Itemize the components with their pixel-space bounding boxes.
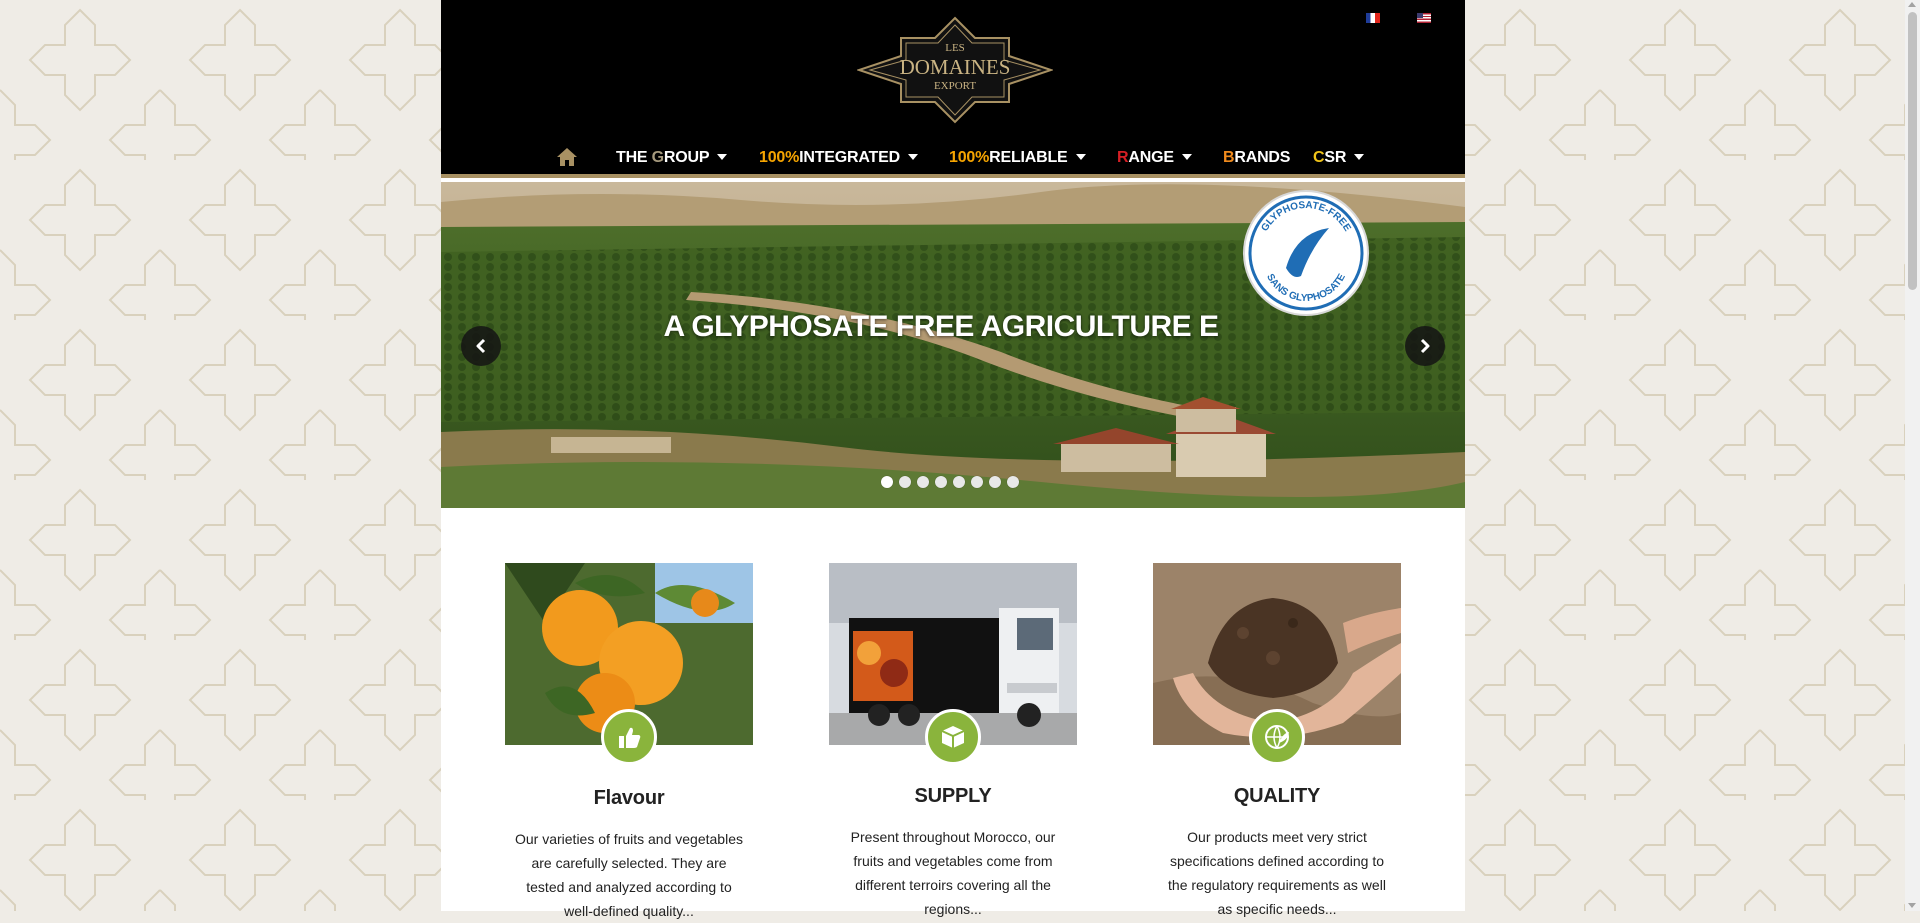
scroll-up-icon[interactable] [1908, 2, 1916, 7]
hero-slider: A GLYPHOSATE FREE AGRICULTURE E GLYPHOSA… [441, 182, 1465, 508]
site-header: LES DOMAINES EXPORT THE GROUP 100%INTEGR… [441, 0, 1465, 178]
nav-item-accent: G [651, 149, 664, 166]
page-scrollbar[interactable] [1905, 0, 1920, 911]
slider-dot[interactable] [917, 476, 929, 488]
feature-title: QUALITY [1233, 785, 1321, 807]
feature-text: Our varieties of fruits and vegetables a… [514, 831, 743, 919]
slider-prev-button[interactable] [461, 326, 501, 366]
nav-item-label: SR [1324, 149, 1347, 166]
chevron-right-icon [1420, 338, 1430, 354]
slider-dots [881, 476, 1031, 490]
nav-item-the-group[interactable]: THE GROUP [616, 146, 728, 170]
nav-item-prefix: THE [616, 149, 652, 166]
feature-supply: SUPPLY Present throughout Morocco, our f… [829, 563, 1077, 921]
slider-dot[interactable] [899, 476, 911, 488]
logo-line-2: DOMAINES [900, 55, 1011, 79]
caret-down-icon [717, 153, 728, 160]
nav-item-label: ROUP [663, 149, 710, 166]
nav-item-accent: 100% [759, 149, 800, 166]
globe-leaf-icon [1265, 725, 1289, 749]
scroll-down-icon[interactable] [1908, 903, 1916, 908]
slider-dot[interactable] [881, 476, 893, 488]
feature-title: SUPPLY [914, 785, 992, 807]
nav-item-label: RELIABLE [989, 149, 1068, 166]
nav-item-label: ANGE [1128, 149, 1174, 166]
nav-item-csr[interactable]: CSR [1313, 146, 1365, 170]
us-flag-icon[interactable] [1417, 13, 1431, 23]
glyphosate-free-badge: GLYPHOSATE-FREE SANS GLYPHOSATE [1243, 190, 1369, 316]
nav-item-reliable[interactable]: 100%RELIABLE [949, 146, 1086, 170]
feature-icon-badge [1249, 709, 1305, 765]
caret-down-icon [907, 153, 918, 160]
box-icon [941, 726, 965, 748]
caret-down-icon [1181, 153, 1192, 160]
home-icon[interactable] [556, 146, 578, 168]
nav-item-accent: C [1313, 149, 1325, 166]
main-nav: THE GROUP 100%INTEGRATED 100%RELIABLE RA… [441, 146, 1465, 170]
slider-dot[interactable] [1007, 476, 1019, 488]
feature-flavour: Flavour Our varieties of fruits and vege… [505, 563, 753, 923]
feature-quality: QUALITY Our products meet very strict sp… [1153, 563, 1401, 921]
site-logo[interactable]: LES DOMAINES EXPORT [857, 16, 1053, 124]
feature-icon-badge [601, 709, 657, 765]
nav-item-brands[interactable]: BRANDS [1223, 146, 1290, 170]
nav-item-label: INTEGRATED [799, 149, 900, 166]
feature-text: Present throughout Morocco, our fruits a… [850, 829, 1056, 917]
slider-dot[interactable] [953, 476, 965, 488]
feature-icon-badge [925, 709, 981, 765]
nav-item-accent: R [1117, 149, 1129, 166]
nav-item-label: RANDS [1234, 149, 1291, 166]
feature-text: Our products meet very strict specificat… [1168, 829, 1386, 917]
features-section: Flavour Our varieties of fruits and vege… [441, 508, 1465, 919]
thumbs-up-icon [619, 727, 641, 748]
feature-title: Flavour [593, 787, 665, 809]
nav-item-integrated[interactable]: 100%INTEGRATED [759, 146, 918, 170]
page-container: LES DOMAINES EXPORT THE GROUP 100%INTEGR… [441, 0, 1465, 919]
scrollbar-thumb[interactable] [1908, 12, 1917, 290]
caret-down-icon [1354, 153, 1365, 160]
caret-down-icon [1075, 153, 1086, 160]
logo-line-3: EXPORT [934, 80, 976, 92]
slide-caption: A GLYPHOSATE FREE AGRICULTURE E [663, 310, 1219, 343]
logo-line-1: LES [945, 42, 965, 54]
slider-next-button[interactable] [1405, 326, 1445, 366]
chevron-left-icon [476, 338, 486, 354]
slider-dot[interactable] [935, 476, 947, 488]
slider-dot[interactable] [971, 476, 983, 488]
slider-dot[interactable] [989, 476, 1001, 488]
nav-item-accent: B [1223, 149, 1235, 166]
french-flag-icon[interactable] [1366, 13, 1380, 23]
nav-item-accent: 100% [949, 149, 990, 166]
nav-item-range[interactable]: RANGE [1117, 146, 1192, 170]
